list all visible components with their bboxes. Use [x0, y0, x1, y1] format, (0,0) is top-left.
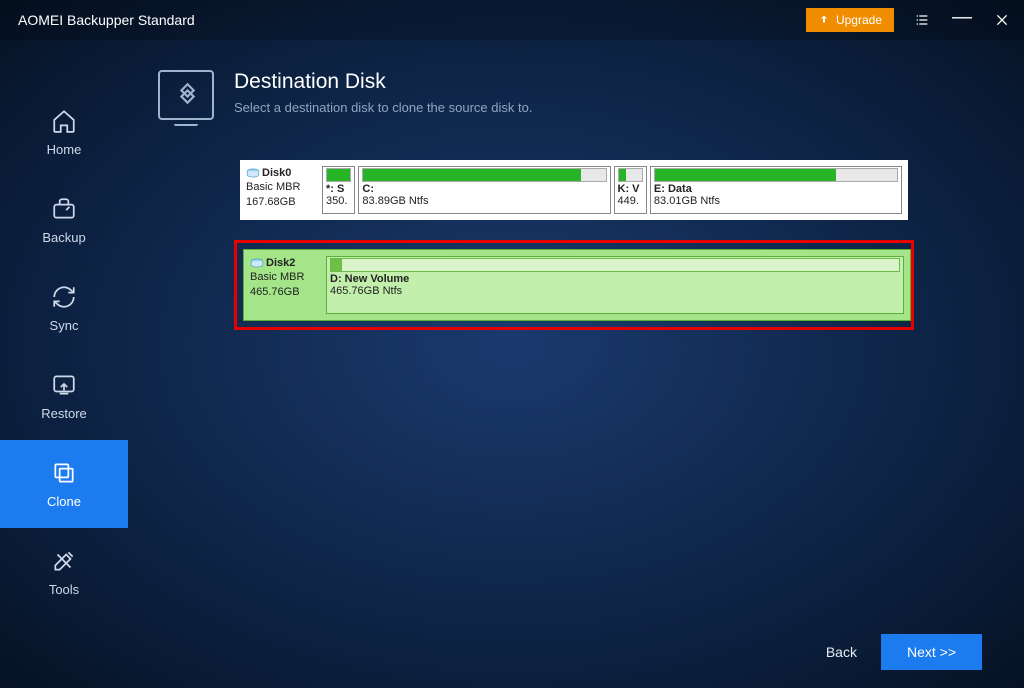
sidebar: Home Backup Sync Restore Clone Tools [0, 40, 128, 688]
sidebar-item-label: Sync [50, 318, 79, 333]
upgrade-icon [818, 14, 830, 26]
page-subtitle: Select a destination disk to clone the s… [234, 100, 532, 115]
body-row: Home Backup Sync Restore Clone Tools [0, 40, 1024, 688]
selected-disk-highlight: Disk2 Basic MBR 465.76GB D: New Volume 4… [234, 240, 914, 330]
sidebar-item-label: Home [47, 142, 82, 157]
partition: E: Data 83.01GB Ntfs [650, 166, 902, 214]
disk-row-0[interactable]: Disk0 Basic MBR 167.68GB *: S 350. [240, 160, 908, 220]
heading: Destination Disk Select a destination di… [234, 70, 532, 115]
sidebar-item-backup[interactable]: Backup [0, 176, 128, 264]
backup-icon [51, 196, 77, 222]
upgrade-label: Upgrade [836, 13, 882, 27]
close-button[interactable] [990, 8, 1014, 32]
partition: D: New Volume 465.76GB Ntfs [326, 256, 904, 314]
disk-type: Basic MBR [250, 270, 322, 284]
sidebar-item-sync[interactable]: Sync [0, 264, 128, 352]
disk-name: Disk0 [246, 166, 318, 180]
app-title: AOMEI Backupper Standard [18, 12, 195, 28]
sidebar-item-label: Clone [47, 494, 81, 509]
disk-meta: Disk2 Basic MBR 465.76GB [250, 256, 322, 314]
disk-type: Basic MBR [246, 180, 318, 194]
disk-name: Disk2 [250, 256, 322, 270]
tools-icon [51, 548, 77, 574]
disk-icon [246, 168, 260, 178]
disk-partitions: *: S 350. C: 83.89GB Ntfs K: V 449. [322, 166, 902, 214]
partition: *: S 350. [322, 166, 355, 214]
disk-row-1[interactable]: Disk2 Basic MBR 465.76GB D: New Volume 4… [243, 249, 911, 321]
disk-partitions: D: New Volume 465.76GB Ntfs [326, 256, 904, 314]
upgrade-button[interactable]: Upgrade [806, 8, 894, 32]
sidebar-item-label: Tools [49, 582, 79, 597]
sidebar-item-clone[interactable]: Clone [0, 440, 128, 528]
minimize-button[interactable]: — [950, 8, 974, 32]
disk-size: 167.68GB [246, 195, 318, 209]
disk-size: 465.76GB [250, 285, 322, 299]
menu-list-icon[interactable] [910, 8, 934, 32]
sync-icon [51, 284, 77, 310]
back-button[interactable]: Back [826, 644, 857, 660]
disk-icon [250, 258, 264, 268]
next-button[interactable]: Next >> [881, 634, 982, 670]
destination-disk-icon [158, 70, 214, 120]
page-header: Destination Disk Select a destination di… [158, 70, 982, 120]
sidebar-item-restore[interactable]: Restore [0, 352, 128, 440]
page-title: Destination Disk [234, 70, 532, 94]
home-icon [51, 108, 77, 134]
main-panel: Destination Disk Select a destination di… [128, 40, 1024, 688]
partition: K: V 449. [614, 166, 647, 214]
disk-meta: Disk0 Basic MBR 167.68GB [246, 166, 318, 214]
titlebar-right: Upgrade — [806, 8, 1014, 32]
sidebar-item-label: Restore [41, 406, 87, 421]
sidebar-item-tools[interactable]: Tools [0, 528, 128, 616]
sidebar-item-home[interactable]: Home [0, 88, 128, 176]
restore-icon [51, 372, 77, 398]
partition: C: 83.89GB Ntfs [358, 166, 610, 214]
app-window: AOMEI Backupper Standard Upgrade — Home [0, 0, 1024, 688]
disk-list: Disk0 Basic MBR 167.68GB *: S 350. [158, 160, 982, 330]
clone-icon [51, 460, 77, 486]
footer-buttons: Back Next >> [826, 634, 982, 670]
sidebar-item-label: Backup [42, 230, 85, 245]
titlebar: AOMEI Backupper Standard Upgrade — [0, 0, 1024, 40]
